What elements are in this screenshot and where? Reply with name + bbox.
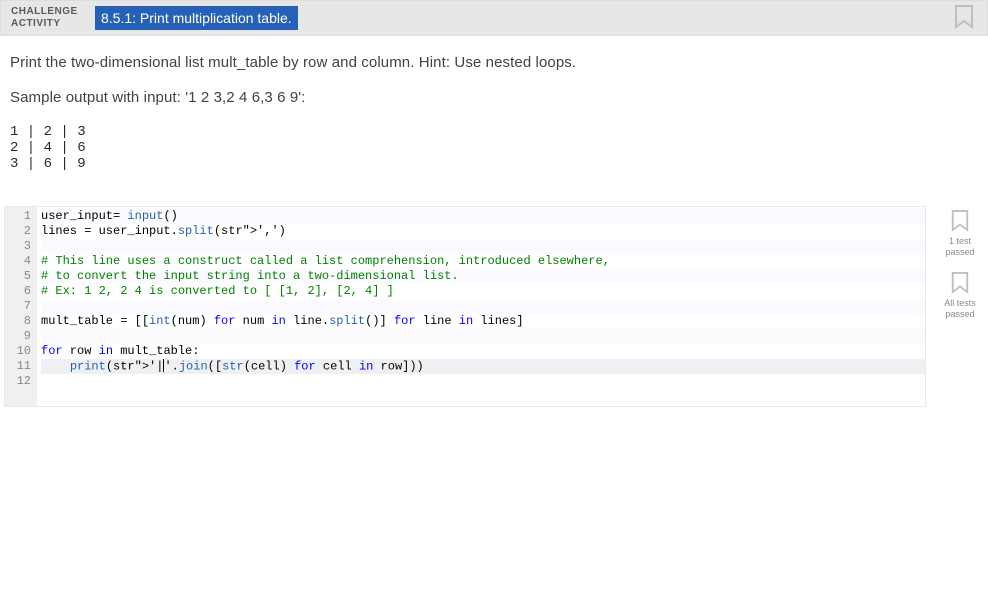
- code-line[interactable]: [41, 239, 925, 254]
- bookmark-icon[interactable]: [953, 5, 977, 31]
- code-line[interactable]: # This line uses a construct called a li…: [41, 254, 925, 269]
- activity-title-text: 8.5.1: Print multiplication table.: [101, 10, 292, 26]
- line-number: 8: [9, 314, 31, 329]
- code-line[interactable]: print(str">'|'.join([str(cell) for cell …: [41, 359, 925, 374]
- code-line[interactable]: [41, 374, 925, 389]
- line-number: 9: [9, 329, 31, 344]
- code-line[interactable]: [41, 299, 925, 314]
- tests-column: 1 testpassed All testspassed: [936, 206, 984, 320]
- bookmark-icon: [950, 210, 970, 234]
- code-line[interactable]: # to convert the input string into a two…: [41, 269, 925, 284]
- text-cursor: [163, 359, 164, 372]
- code-line[interactable]: user_input= input(): [41, 209, 925, 224]
- activity-header: CHALLENGE ACTIVITY 8.5.1: Print multipli…: [0, 0, 988, 36]
- test-caption-one: 1 testpassed: [945, 236, 974, 258]
- line-number: 3: [9, 239, 31, 254]
- test-badge-all[interactable]: All testspassed: [944, 272, 976, 320]
- code-line[interactable]: lines = user_input.split(str">','): [41, 224, 925, 239]
- code-editor[interactable]: 123456789101112 user_input= input()lines…: [4, 206, 926, 407]
- prompt-intro: Print the two-dimensional list mult_tabl…: [10, 54, 978, 71]
- line-number: 7: [9, 299, 31, 314]
- code-line[interactable]: # Ex: 1 2, 2 4 is converted to [ [1, 2],…: [41, 284, 925, 299]
- line-number: 11: [9, 359, 31, 374]
- line-number: 6: [9, 284, 31, 299]
- line-gutter: 123456789101112: [5, 207, 37, 406]
- gutter-pad: [9, 389, 31, 404]
- code-line[interactable]: for row in mult_table:: [41, 344, 925, 359]
- challenge-activity-label: CHALLENGE ACTIVITY: [1, 1, 91, 35]
- test-badge-one[interactable]: 1 testpassed: [945, 210, 974, 258]
- challenge-label-line2: ACTIVITY: [11, 18, 81, 30]
- challenge-label-line1: CHALLENGE: [11, 6, 81, 18]
- code-line[interactable]: mult_table = [[int(num) for num in line.…: [41, 314, 925, 329]
- line-number: 4: [9, 254, 31, 269]
- code-line[interactable]: [41, 329, 925, 344]
- bookmark-icon: [950, 272, 970, 296]
- line-number: 10: [9, 344, 31, 359]
- line-number: 5: [9, 269, 31, 284]
- line-number: 1: [9, 209, 31, 224]
- line-number: 12: [9, 374, 31, 389]
- line-number: 2: [9, 224, 31, 239]
- activity-title: 8.5.1: Print multiplication table.: [95, 6, 298, 30]
- test-caption-all: All testspassed: [944, 298, 976, 320]
- sample-output: 1 | 2 | 3 2 | 4 | 6 3 | 6 | 9: [10, 124, 978, 172]
- sample-output-label: Sample output with input: '1 2 3,2 4 6,3…: [10, 89, 978, 106]
- prompt-area: Print the two-dimensional list mult_tabl…: [0, 36, 988, 206]
- code-column[interactable]: user_input= input()lines = user_input.sp…: [37, 207, 925, 406]
